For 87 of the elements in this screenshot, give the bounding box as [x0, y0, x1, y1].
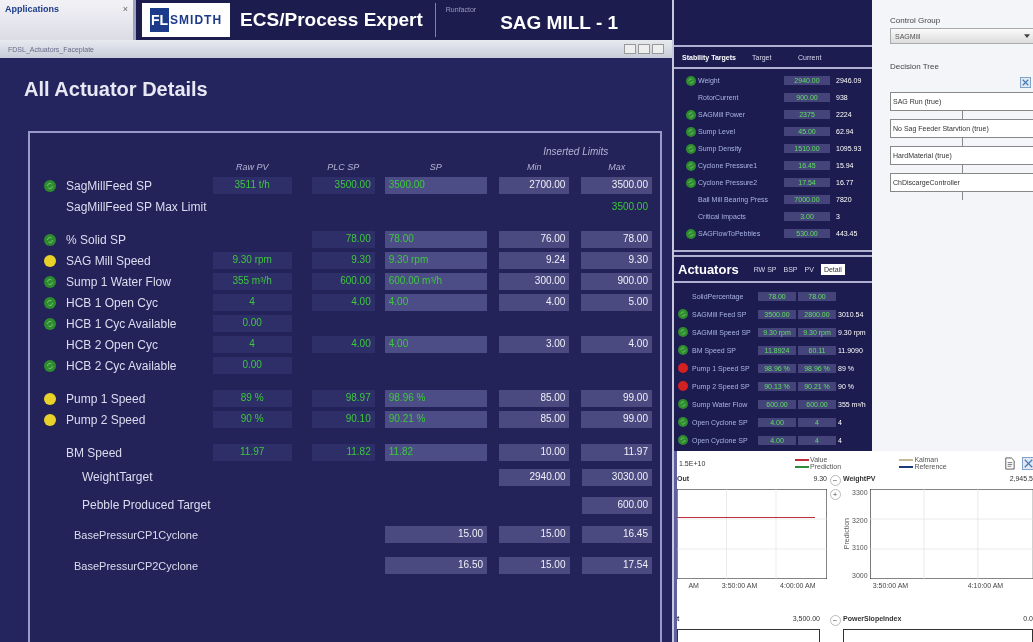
min-field[interactable]: 300.00: [498, 273, 570, 290]
plc-sp-value: 4.00: [311, 336, 375, 353]
max-field[interactable]: 3030.00: [581, 468, 652, 486]
column-header: PLC SP: [326, 162, 361, 172]
max-limit-value: 3500.00: [610, 200, 649, 214]
plc-sp-value: 3500.00: [311, 177, 375, 194]
sp-field[interactable]: 98.96 %: [384, 390, 487, 407]
plc-sp-value: 4.00: [311, 294, 375, 311]
sp-field[interactable]: 9.30 rpm: [384, 252, 487, 269]
panel-title: Actuators: [678, 261, 739, 277]
row-label: BasePressurCP1Cyclone: [73, 528, 200, 541]
max-field[interactable]: 600.00: [581, 496, 652, 514]
raw-pv-value: 355 m³/h: [212, 273, 292, 290]
unit-name: SAG MILL - 1: [500, 12, 619, 34]
sp-field[interactable]: 4.00: [384, 294, 487, 311]
row-label: HCB 1 Cyc Available: [66, 316, 178, 331]
close-button[interactable]: ×: [122, 4, 128, 36]
row-label: Pump 2 Speed: [66, 412, 147, 427]
row-label: Pump 1 Speed: [66, 391, 147, 406]
min-field[interactable]: 85.00: [498, 411, 570, 428]
plc-sp-value: 600.00: [311, 273, 375, 290]
sp-field[interactable]: 4.00: [384, 336, 487, 353]
row-label: % Solid SP: [66, 232, 128, 247]
column-group-header: Inserted Limits: [542, 145, 610, 157]
min-field[interactable]: 4.00: [498, 294, 570, 311]
field-label: Control Group: [890, 16, 942, 25]
min-field[interactable]: 2940.00: [499, 468, 570, 486]
max-field[interactable]: 11.97: [581, 444, 652, 461]
raw-pv-value: 11.97: [212, 444, 292, 461]
column-header: Max: [607, 162, 627, 172]
raw-pv-value: 89 %: [212, 390, 292, 407]
row-label: Pebble Produced Target: [81, 498, 212, 512]
row-label: SagMillFeed SP Max Limit: [66, 199, 208, 214]
plc-sp-value: 78.00: [311, 231, 375, 248]
row-label: HCB 1 Open Cyc: [66, 295, 160, 310]
plc-sp-value: 90.10: [311, 411, 375, 428]
max-field[interactable]: 900.00: [581, 273, 652, 290]
min-field[interactable]: 85.00: [498, 390, 570, 407]
row-label: HCB 2 Cyc Available: [66, 358, 178, 373]
min-field[interactable]: 2700.00: [498, 177, 570, 194]
min-field[interactable]: 10.00: [498, 444, 570, 461]
raw-pv-value: 9.30 rpm: [212, 252, 292, 269]
min-field[interactable]: 3.00: [498, 336, 570, 353]
raw-pv-value: 4: [212, 294, 292, 311]
min-field[interactable]: 15.00: [499, 526, 570, 543]
panel-title: Applications: [5, 4, 59, 16]
row-label: BM Speed: [66, 445, 124, 460]
page-title: All Actuator Details: [24, 78, 209, 101]
min-field[interactable]: 15.00: [499, 557, 570, 574]
sp-field[interactable]: 90.21 %: [384, 411, 487, 428]
raw-pv-value: 0.00: [212, 357, 292, 374]
logo: FLSMIDTH: [142, 3, 231, 37]
sp-field[interactable]: 78.00: [384, 231, 487, 248]
max-field[interactable]: 9.30: [581, 252, 652, 269]
row-label: HCB 2 Open Cyc: [66, 337, 160, 352]
max-field[interactable]: 78.00: [581, 231, 652, 248]
sp-field[interactable]: 11.82: [384, 444, 487, 461]
column-header: Raw PV: [234, 162, 270, 172]
min-field[interactable]: 9.24: [498, 252, 570, 269]
max-field[interactable]: 16.45: [581, 526, 652, 543]
raw-pv-value: 3511 t/h: [212, 177, 292, 194]
section-label: Decision Tree: [890, 62, 940, 71]
raw-pv-value: 4: [212, 336, 292, 353]
sp-field[interactable]: 3500.00: [384, 177, 487, 194]
max-field[interactable]: 99.00: [581, 390, 652, 407]
min-field[interactable]: 76.00: [498, 231, 570, 248]
max-field[interactable]: 4.00: [581, 336, 652, 353]
product-title: ECS/Process Expert: [240, 3, 436, 37]
column-header: Min: [525, 162, 543, 172]
raw-pv-value: 90 %: [212, 411, 292, 428]
row-label: SAG Mill Speed: [66, 253, 152, 268]
max-field[interactable]: 17.54: [581, 557, 652, 574]
plc-sp-value: 11.82: [311, 444, 375, 461]
max-field[interactable]: 3500.00: [581, 177, 652, 194]
row-label: BasePressurCP2Cyclone: [73, 559, 200, 572]
max-field[interactable]: 5.00: [581, 294, 652, 311]
row-label: Sump 1 Water Flow: [66, 274, 172, 289]
row-label: SagMillFeed SP: [66, 178, 154, 193]
sp-field[interactable]: 16.50: [385, 557, 487, 574]
max-field[interactable]: 99.00: [581, 411, 652, 428]
sp-field[interactable]: 15.00: [385, 526, 487, 543]
column-header: SP: [428, 162, 443, 172]
sp-field[interactable]: 600.00 m³/h: [384, 273, 487, 290]
row-label: WeightTarget: [81, 470, 154, 484]
raw-pv-value: 0.00: [212, 315, 292, 332]
plc-sp-value: 9.30: [311, 252, 375, 269]
plc-sp-value: 98.97: [311, 390, 375, 407]
